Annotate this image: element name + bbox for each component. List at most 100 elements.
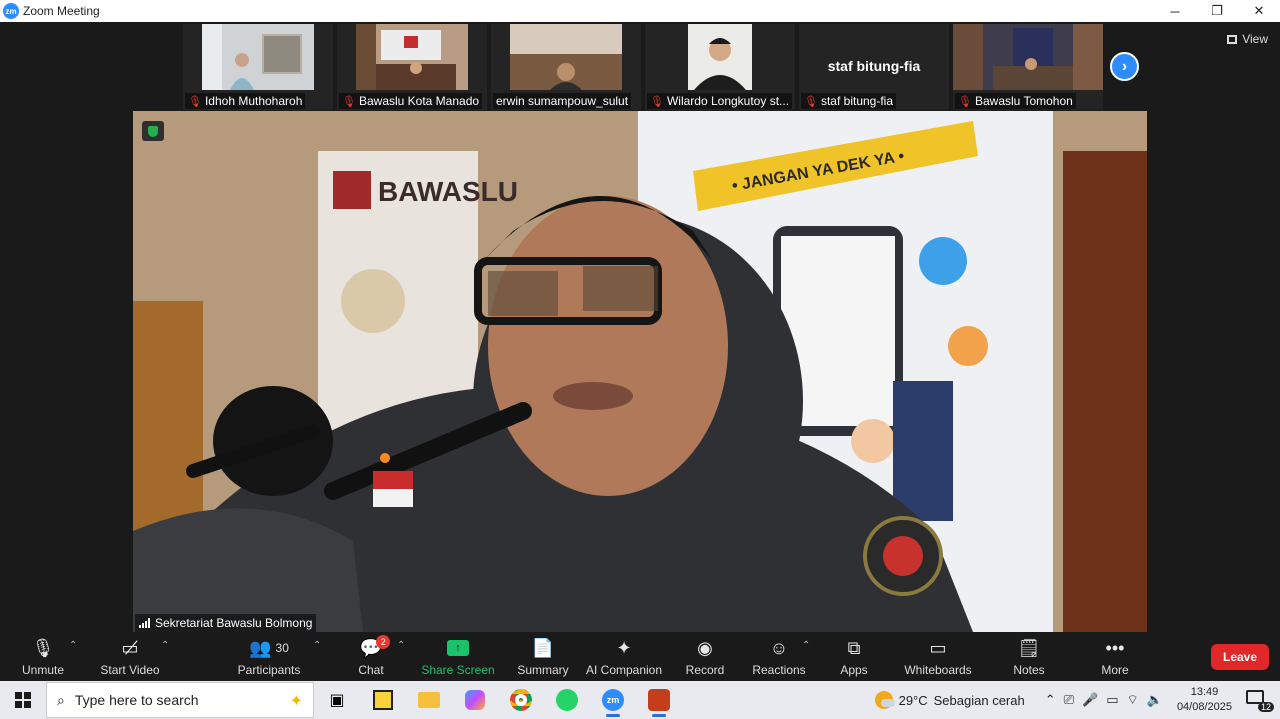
microphone-icon[interactable]: 🎤 <box>1082 692 1098 708</box>
notifications-button[interactable]: 12 <box>1246 690 1274 712</box>
audio-options-caret[interactable]: ⌃ <box>69 640 77 651</box>
taskbar-search-box[interactable]: ⌕ Type here to search ✦ <box>46 682 314 718</box>
window-controls: ─ ❐ ✕ <box>1154 0 1280 22</box>
summary-icon: 📄 <box>531 637 555 658</box>
participant-video <box>510 24 622 90</box>
participants-icon: 👥 <box>249 637 272 658</box>
signal-strength-icon <box>139 618 150 628</box>
volume-icon[interactable]: 🔈 <box>1147 692 1163 708</box>
share-screen-button[interactable]: ↑ Share Screen <box>421 632 495 681</box>
meet-now-icon[interactable]: ⎚ <box>1064 692 1074 708</box>
chevron-up-icon[interactable]: ⌃ <box>1045 692 1056 708</box>
sparkle-icon: ✦ <box>616 637 632 658</box>
file-explorer-icon[interactable] <box>406 681 452 719</box>
task-view-icon[interactable]: ▣ <box>314 681 360 719</box>
encryption-shield-icon[interactable] <box>142 121 164 141</box>
wifi-icon[interactable]: ⌔ <box>1127 692 1139 708</box>
participant-tile[interactable]: erwin sumampouw_sulut <box>491 24 641 110</box>
participant-video <box>356 24 468 90</box>
zoom-taskbar-icon[interactable]: zm <box>590 681 636 719</box>
windows-logo-icon <box>15 692 31 708</box>
reactions-button[interactable]: ☺ Reactions <box>752 632 805 681</box>
participant-video <box>202 24 314 90</box>
system-tray: 29°C Sebagian cerah ⌃ ⎚ 🎤 ▭ ⌔ 🔈 13:49 04… <box>874 681 1280 719</box>
mic-muted-icon: 🎙 <box>188 95 202 108</box>
participants-button[interactable]: 👥 30 Participants <box>238 632 301 681</box>
leave-button[interactable]: Leave <box>1211 644 1269 670</box>
video-off-icon: ▭̸ <box>121 637 139 658</box>
chrome-icon[interactable] <box>498 681 544 719</box>
minimize-button[interactable]: ─ <box>1154 0 1196 22</box>
chat-badge: 2 <box>376 635 391 649</box>
search-icon: ⌕ <box>57 691 65 708</box>
notes-button[interactable]: 🗒 Notes <box>1013 632 1045 681</box>
video-options-caret[interactable]: ⌃ <box>161 640 169 651</box>
apps-icon: ⧉ <box>847 637 861 658</box>
next-page-button[interactable]: › <box>1110 52 1139 81</box>
notification-count: 12 <box>1257 702 1274 712</box>
powerpoint-icon[interactable] <box>636 681 682 719</box>
weather-partly-sunny-icon <box>874 691 895 709</box>
chat-button[interactable]: 💬 2 Chat <box>355 632 391 681</box>
participant-name: 🎙 Idhoh Muthoharoh <box>185 93 306 109</box>
reactions-icon: ☺ <box>769 637 789 658</box>
zoom-logo-icon: zm <box>3 3 19 19</box>
meeting-area: 🎙 Idhoh Muthoharoh 🎙 Bawaslu Kota Manado e… <box>0 22 1280 632</box>
summary-button[interactable]: 📄 Summary <box>517 632 569 681</box>
clock[interactable]: 13:49 04/08/2025 <box>1177 685 1232 715</box>
participant-video <box>688 24 752 90</box>
speaker-name-label: Sekretariat Bawaslu Bolmong <box>135 614 317 632</box>
whiteboard-icon: ▭ <box>929 637 947 658</box>
more-dots-icon: ••• <box>1105 637 1125 658</box>
restore-button[interactable]: ❐ <box>1196 0 1238 22</box>
participants-count: 30 <box>275 641 289 655</box>
view-button[interactable]: View <box>1227 32 1268 46</box>
window-title: Zoom Meeting <box>23 4 100 18</box>
close-button[interactable]: ✕ <box>1238 0 1280 22</box>
windows-taskbar: ⌕ Type here to search ✦ ▣ zm 29°C Sebagi… <box>0 681 1280 719</box>
participant-name: 🎙 Bawaslu Tomohon <box>955 93 1076 109</box>
participant-tile[interactable]: staf bitung-fia 🎙 staf bitung-fia <box>799 24 949 110</box>
start-video-button[interactable]: ▭̸ Start Video <box>100 632 160 681</box>
participant-tile[interactable]: 🎙 Bawaslu Tomohon <box>953 24 1103 110</box>
ai-companion-button[interactable]: ✦ AI Companion <box>586 632 662 681</box>
chat-options-caret[interactable]: ⌃ <box>397 640 405 651</box>
participant-tile[interactable]: 🎙 Idhoh Muthoharoh <box>183 24 333 110</box>
weather-widget[interactable]: 29°C Sebagian cerah <box>874 691 1025 709</box>
svg-text:BAWASLU: BAWASLU <box>378 176 518 207</box>
record-icon: ◉ <box>697 637 713 658</box>
active-speaker-video[interactable]: BAWASLU • JANGAN YA DEK YA • Sekretariat… <box>133 111 1147 632</box>
participant-tile[interactable]: 🎙 Bawaslu Kota Manado <box>337 24 487 110</box>
speaker-video-frame: BAWASLU • JANGAN YA DEK YA • <box>133 111 1147 632</box>
more-button[interactable]: ••• More <box>1100 632 1130 681</box>
mic-muted-icon: 🎙 <box>804 95 818 108</box>
participant-video <box>953 24 1103 90</box>
chat-icon: 💬 2 <box>360 635 391 659</box>
mic-off-icon: 🎙 <box>31 637 55 658</box>
copilot-icon[interactable] <box>452 681 498 719</box>
start-button[interactable] <box>0 681 46 719</box>
apps-button[interactable]: ⧉ Apps <box>840 632 868 681</box>
unmute-button[interactable]: 🎙 Unmute <box>20 632 66 681</box>
share-screen-icon: ↑ <box>447 640 469 656</box>
sticky-notes-icon[interactable] <box>360 681 406 719</box>
chevron-right-icon: › <box>1121 57 1128 75</box>
gallery-strip: 🎙 Idhoh Muthoharoh 🎙 Bawaslu Kota Manado e… <box>183 24 1103 110</box>
mic-muted-icon: 🎙 <box>342 95 356 108</box>
participant-name: 🎙 Wilardo Longkutoy st... <box>647 93 793 109</box>
meeting-toolbar: 🎙 Unmute ⌃ ▭̸ Start Video ⌃ 👥 30 Particip… <box>0 632 1280 681</box>
reactions-options-caret[interactable]: ⌃ <box>802 640 810 651</box>
mic-muted-icon: 🎙 <box>958 95 972 108</box>
participant-name: 🎙 staf bitung-fia <box>801 93 897 109</box>
battery-icon[interactable]: ▭ <box>1106 692 1118 708</box>
window-title-bar: zm Zoom Meeting ─ ❐ ✕ <box>0 0 1280 22</box>
search-highlight-icon: ✦ <box>289 693 303 710</box>
whatsapp-icon[interactable] <box>544 681 590 719</box>
notes-icon: 🗒 <box>1017 637 1041 658</box>
mic-muted-icon: 🎙 <box>650 95 664 108</box>
participant-tile[interactable]: 🎙 Wilardo Longkutoy st... <box>645 24 795 110</box>
participant-name: erwin sumampouw_sulut <box>493 93 632 109</box>
record-button[interactable]: ◉ Record <box>686 632 725 681</box>
whiteboards-button[interactable]: ▭ Whiteboards <box>904 632 971 681</box>
participants-options-caret[interactable]: ⌃ <box>313 640 321 651</box>
